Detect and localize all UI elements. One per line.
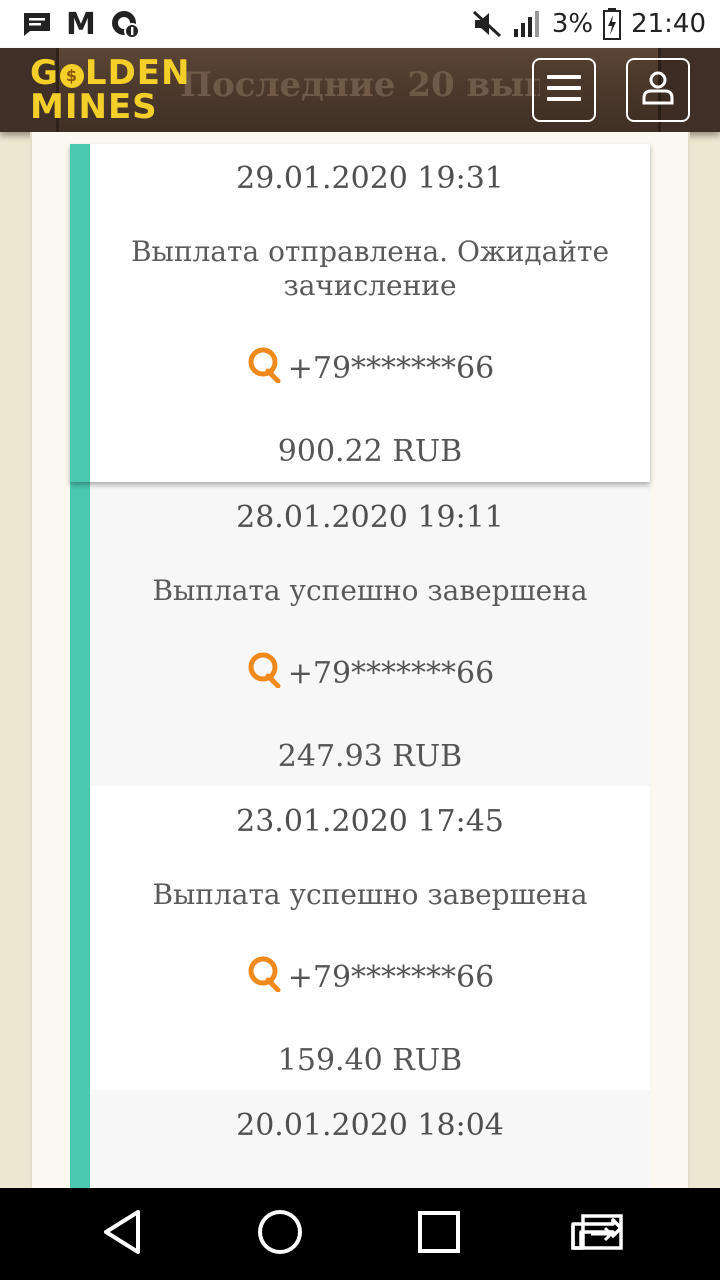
hamburger-icon xyxy=(547,75,581,105)
back-icon xyxy=(100,1208,144,1260)
wallet-number: +79*******66 xyxy=(287,655,495,691)
gmail-icon: M xyxy=(66,6,96,42)
site-header: Последние 20 выплат G$LDEN MINES xyxy=(0,48,720,132)
payout-wallet: +79*******66 xyxy=(90,345,650,392)
payout-item[interactable]: 20.01.2020 18:04 xyxy=(90,1090,650,1188)
qiwi-icon xyxy=(246,954,282,1001)
payout-status: Выплата отправлена. Ожидайте зачисление xyxy=(130,235,610,302)
recents-icon xyxy=(417,1210,461,1258)
qiwi-icon xyxy=(246,345,282,392)
page-title: Последние 20 выплат xyxy=(180,65,540,105)
mute-icon xyxy=(472,10,502,38)
battery-icon xyxy=(603,8,622,40)
home-icon xyxy=(256,1208,304,1260)
payout-date: 29.01.2020 19:31 xyxy=(236,161,504,196)
system-nav-bar xyxy=(0,1188,720,1280)
payout-item[interactable]: 28.01.2020 19:11 Выплата успешно заверше… xyxy=(90,482,650,786)
back-button[interactable] xyxy=(94,1206,150,1262)
logo-line-2: MINES xyxy=(30,87,158,127)
clock: 21:40 xyxy=(631,9,706,39)
menu-button[interactable] xyxy=(532,58,596,122)
switch-app-button[interactable] xyxy=(569,1206,625,1262)
battery-percent: 3% xyxy=(551,9,594,39)
payout-status: Выплата успешно завершена xyxy=(152,878,588,911)
payout-wallet: +79*******66 xyxy=(90,954,650,1001)
signal-icon xyxy=(512,9,542,39)
payout-item[interactable]: 23.01.2020 17:45 Выплата успешно заверше… xyxy=(90,786,650,1090)
payout-date: 20.01.2020 18:04 xyxy=(236,1108,504,1143)
payout-amount: 247.93 RUB xyxy=(277,739,463,774)
switch-app-icon xyxy=(569,1212,625,1256)
message-icon xyxy=(22,11,52,37)
payout-wallet: +79*******66 xyxy=(90,650,650,697)
wallet-number: +79*******66 xyxy=(287,350,495,386)
payout-status: Выплата успешно завершена xyxy=(152,574,588,607)
user-icon xyxy=(641,71,675,109)
wallet-number: +79*******66 xyxy=(287,959,495,995)
app-notification-icon xyxy=(110,9,140,39)
qiwi-icon xyxy=(246,650,282,697)
payout-amount: 900.22 RUB xyxy=(277,434,463,469)
home-button[interactable] xyxy=(252,1206,308,1262)
payouts-list: 29.01.2020 19:31 Выплата отправлена. Ожи… xyxy=(70,144,650,1188)
payout-amount: 159.40 RUB xyxy=(277,1043,463,1078)
notification-icons: M xyxy=(22,7,140,42)
system-icons: 3% 21:40 xyxy=(472,8,706,40)
payout-date: 28.01.2020 19:11 xyxy=(236,500,504,535)
coin-icon: $ xyxy=(59,64,84,88)
payout-date: 23.01.2020 17:45 xyxy=(236,804,504,839)
payout-item[interactable]: 29.01.2020 19:31 Выплата отправлена. Ожи… xyxy=(70,144,650,482)
golden-mines-logo[interactable]: G $ LDEN MINES xyxy=(30,56,200,126)
recents-button[interactable] xyxy=(411,1206,467,1262)
logo-line-1: G $ LDEN xyxy=(30,53,191,93)
profile-button[interactable] xyxy=(626,58,690,122)
status-bar: M 3% 21:40 xyxy=(0,0,720,48)
